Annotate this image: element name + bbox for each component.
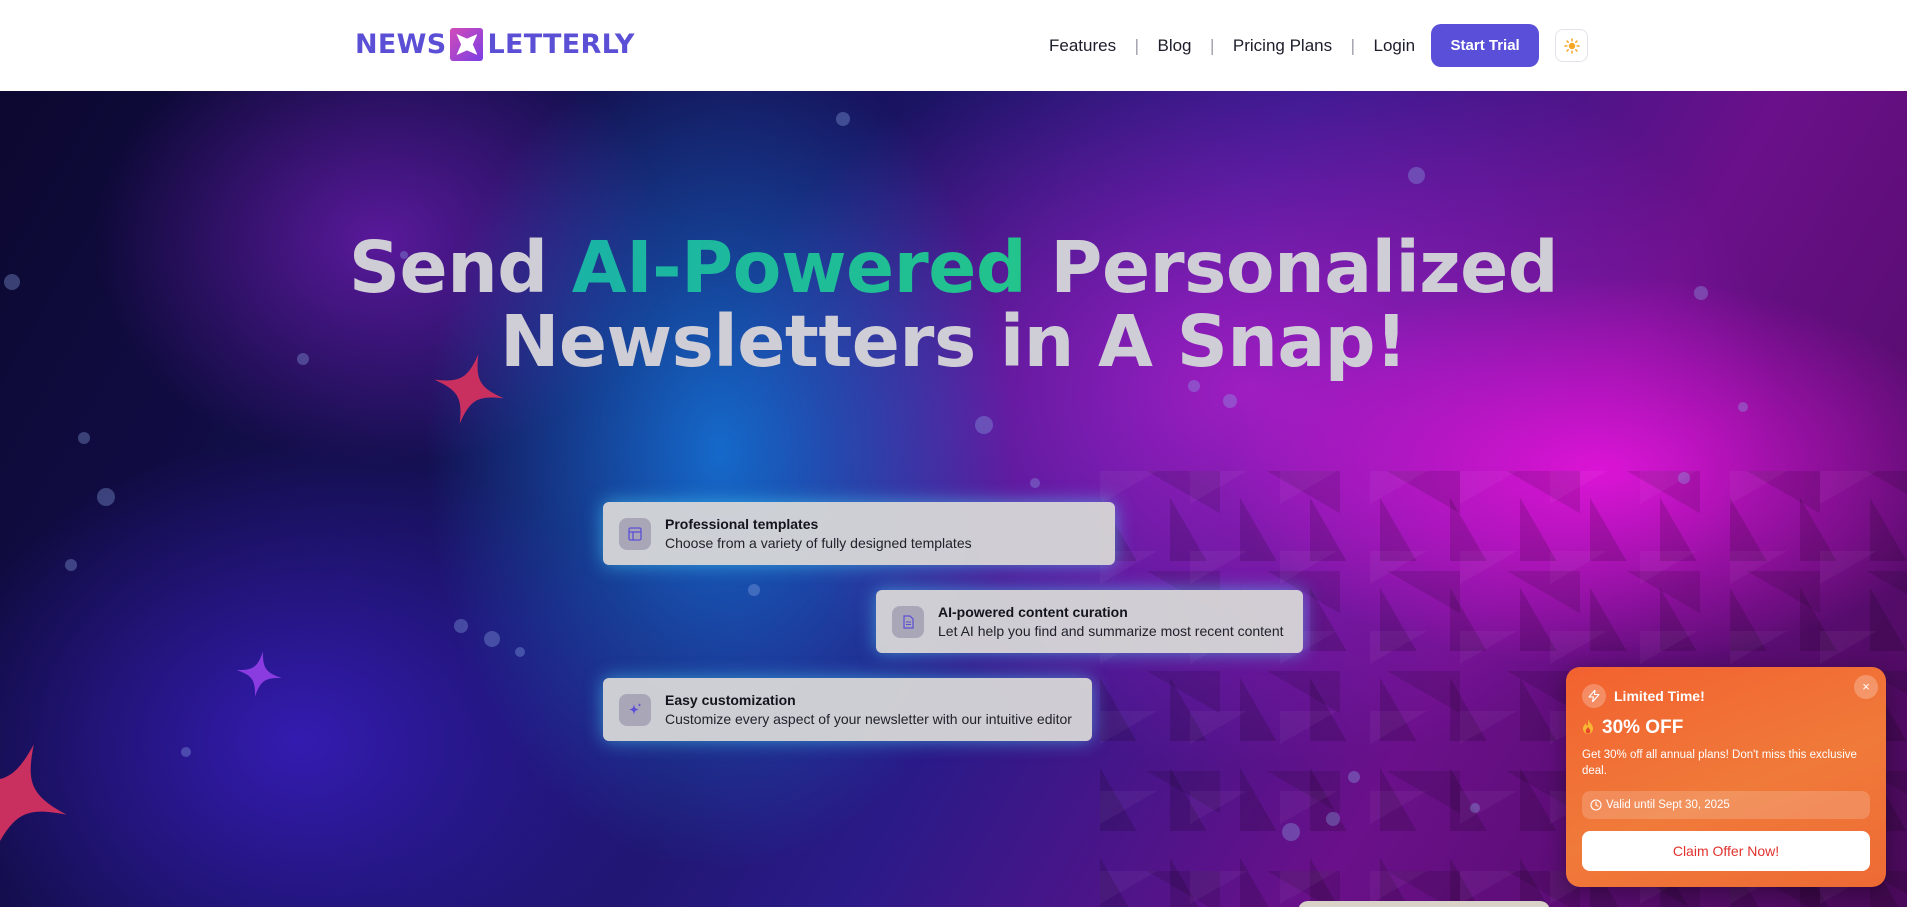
promo-popup: × Limited Time! 30% OFF Get 30% off all … xyxy=(1566,667,1886,887)
headline-part2: Personalized xyxy=(1026,226,1559,309)
background-dot xyxy=(484,631,500,647)
nav-separator: | xyxy=(1134,36,1140,55)
sparkles-icon xyxy=(619,693,651,726)
background-dot xyxy=(1348,771,1360,783)
logo-mark-icon xyxy=(450,28,484,61)
background-dot xyxy=(181,747,191,757)
headline-accent: AI-Powered xyxy=(571,226,1027,309)
sparkle-decoration xyxy=(236,651,282,697)
background-dot xyxy=(1282,823,1300,841)
template-icon xyxy=(619,517,651,550)
background-dot xyxy=(454,619,468,633)
feature-card-templates: Professional templates Choose from a var… xyxy=(603,502,1115,565)
background-dot xyxy=(97,488,115,506)
hero-headline: Send AI-Powered Personalized Newsletters… xyxy=(0,231,1907,379)
lightning-icon xyxy=(1582,684,1606,708)
background-dot xyxy=(65,559,77,571)
nav-pricing-link[interactable]: Pricing Plans xyxy=(1233,36,1332,56)
feature-description: Choose from a variety of fully designed … xyxy=(665,535,972,551)
background-dot xyxy=(1470,803,1480,813)
close-icon[interactable]: × xyxy=(1854,675,1878,699)
sparkle-decoration xyxy=(0,744,67,848)
start-trial-button[interactable]: Start Trial xyxy=(1431,24,1540,67)
claim-offer-button[interactable]: Claim Offer Now! xyxy=(1582,831,1870,871)
promo-title: Limited Time! xyxy=(1614,688,1705,704)
background-dot xyxy=(1738,402,1748,412)
feature-description: Let AI help you find and summarize most … xyxy=(938,623,1284,639)
nav-separator: | xyxy=(1209,36,1215,55)
headline-part1: Send xyxy=(348,226,572,309)
bottom-element-peek xyxy=(1298,901,1550,907)
background-dot xyxy=(1678,472,1690,484)
feature-card-ai-curation: AI-powered content curation Let AI help … xyxy=(876,590,1303,653)
logo-text-news: NEWS xyxy=(355,29,447,60)
background-dot xyxy=(515,647,525,657)
theme-toggle-button[interactable] xyxy=(1555,29,1589,62)
background-dot xyxy=(1223,394,1237,408)
fire-icon xyxy=(1582,719,1594,737)
headline-line2: Newsletters in A Snap! xyxy=(499,300,1408,383)
feature-card-customization: Easy customization Customize every aspec… xyxy=(603,678,1092,741)
feature-description: Customize every aspect of your newslette… xyxy=(665,711,1072,727)
validity-text: Valid until Sept 30, 2025 xyxy=(1606,799,1730,811)
background-dot xyxy=(975,416,993,434)
nav-separator: | xyxy=(1350,36,1356,55)
document-icon xyxy=(892,605,924,638)
nav-login-link[interactable]: Login xyxy=(1374,36,1416,56)
clock-icon xyxy=(1590,799,1602,811)
top-header: NEWS LETTERLY Features | Blog | Pricing … xyxy=(0,0,1907,91)
main-nav: Features | Blog | Pricing Plans | Login … xyxy=(1049,22,1589,69)
feature-title: Easy customization xyxy=(665,692,796,708)
logo-text-letterly: LETTERLY xyxy=(487,29,635,60)
background-dot xyxy=(1408,167,1425,184)
background-dot xyxy=(78,432,90,444)
logo[interactable]: NEWS LETTERLY xyxy=(355,28,635,61)
nav-features-link[interactable]: Features xyxy=(1049,36,1116,56)
promo-discount: 30% OFF xyxy=(1582,717,1683,739)
background-dot xyxy=(836,112,850,126)
background-dot xyxy=(1326,812,1340,826)
promo-header: Limited Time! xyxy=(1582,684,1705,708)
feature-title: Professional templates xyxy=(665,516,819,532)
background-dot xyxy=(748,584,760,596)
sun-icon xyxy=(1563,37,1580,54)
discount-text: 30% OFF xyxy=(1602,717,1684,738)
background-dot xyxy=(1030,478,1040,488)
promo-validity: Valid until Sept 30, 2025 xyxy=(1582,791,1870,819)
nav-blog-link[interactable]: Blog xyxy=(1157,36,1191,56)
feature-title: AI-powered content curation xyxy=(938,604,1128,620)
promo-description: Get 30% off all annual plans! Don't miss… xyxy=(1582,749,1857,777)
